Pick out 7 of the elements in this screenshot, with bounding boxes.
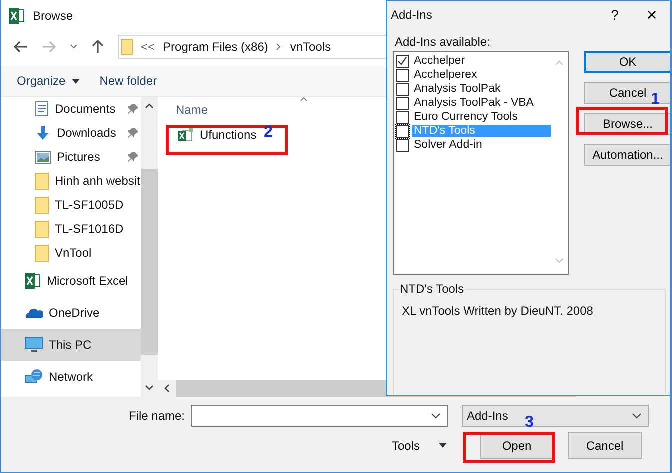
file-name-label: File name: [128, 409, 186, 423]
group-title: NTD's Tools [399, 282, 466, 296]
dialog-title: Add-Ins [391, 8, 434, 22]
step-number: 2 [264, 125, 273, 141]
list-label: Add-Ins available: [394, 34, 492, 49]
window-title: Browse [33, 9, 74, 23]
add-in-description: XL vnTools Written by DieuNT. 2008 [402, 304, 594, 318]
